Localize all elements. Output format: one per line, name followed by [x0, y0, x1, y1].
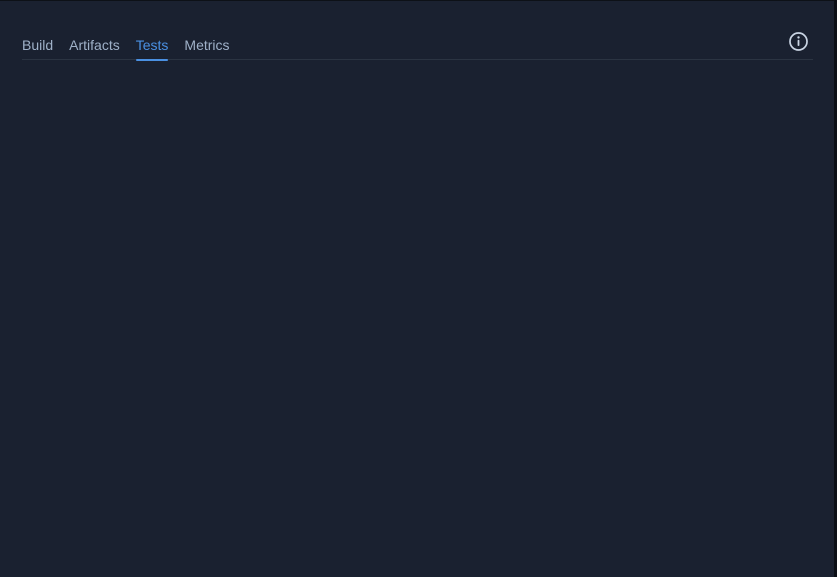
tab-artifacts[interactable]: Artifacts	[69, 31, 120, 60]
info-icon	[789, 32, 808, 51]
tab-build[interactable]: Build	[22, 31, 53, 60]
info-button[interactable]	[788, 31, 809, 52]
tab-metrics[interactable]: Metrics	[184, 31, 229, 60]
tab-bar: Build Artifacts Tests Metrics	[22, 31, 813, 61]
tests-content-area	[0, 61, 834, 577]
tab-tests[interactable]: Tests	[135, 31, 168, 61]
tab-list: Build Artifacts Tests Metrics	[22, 31, 230, 61]
tests-panel: Build Artifacts Tests Metrics	[0, 1, 834, 577]
